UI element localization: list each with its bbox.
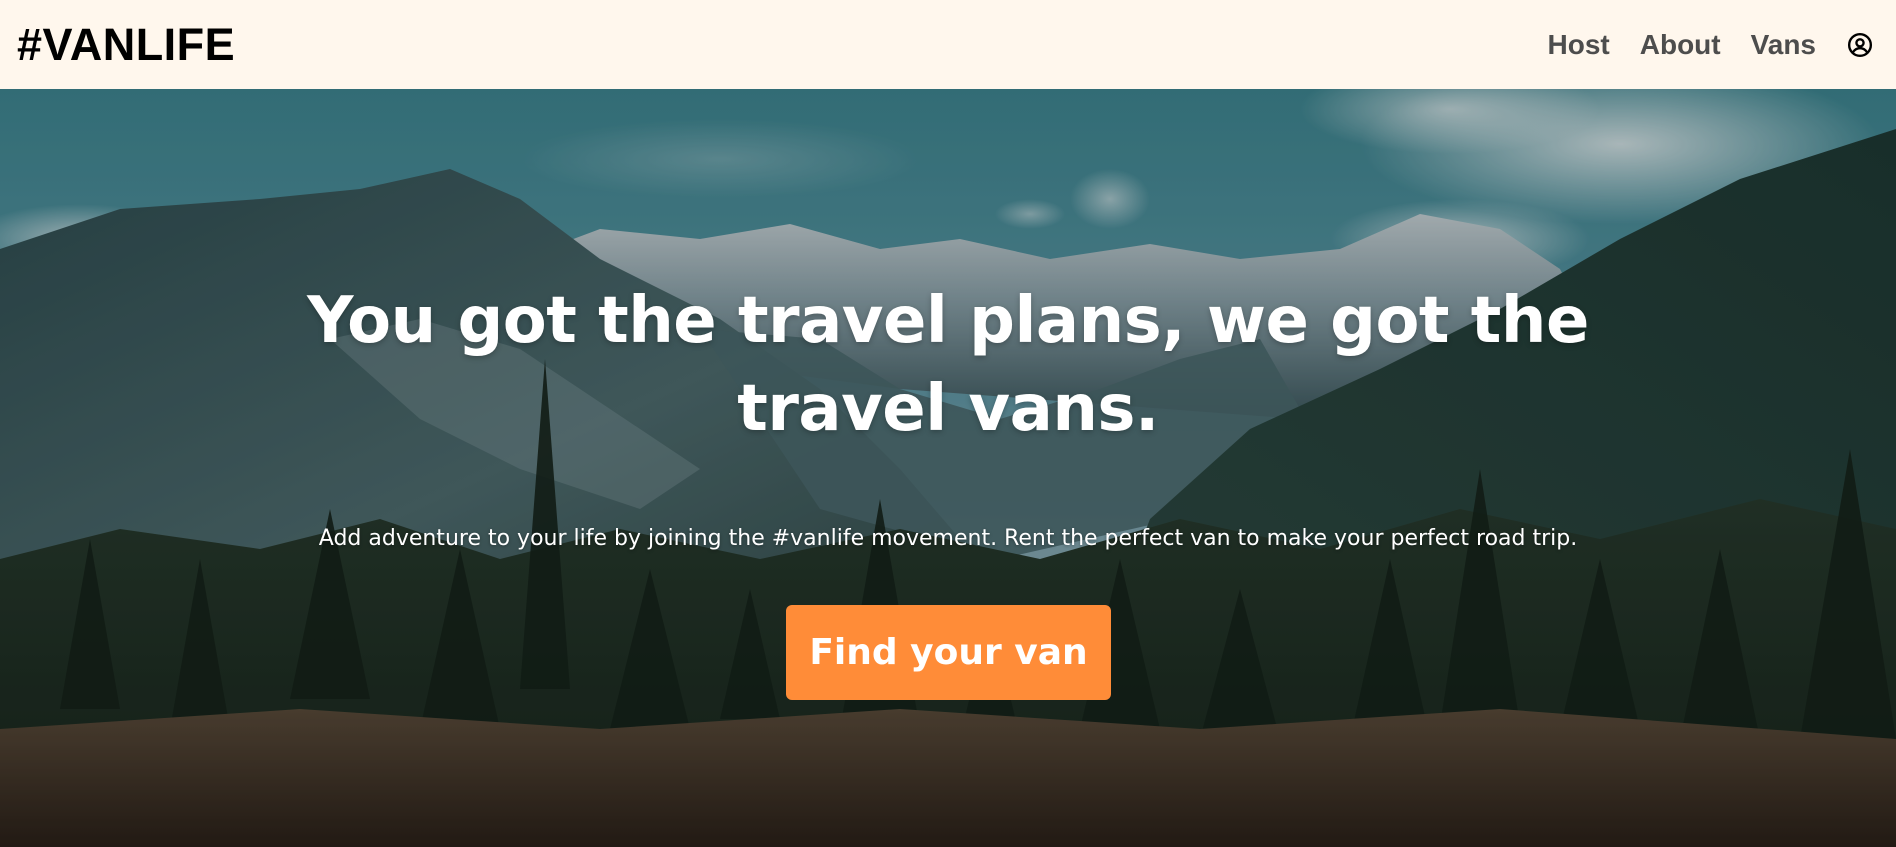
hero-section: You got the travel plans, we got the tra… [0,89,1896,847]
hero-title: You got the travel plans, we got the tra… [307,284,1589,446]
nav-link-vans[interactable]: Vans [1751,29,1816,61]
brand-logo[interactable]: #VANLIFE [17,22,235,67]
page: #VANLIFE Host About Vans You got the tra… [0,0,1896,847]
hero-content: You got the travel plans, we got the tra… [0,89,1896,847]
nav-link-host[interactable]: Host [1548,29,1610,61]
user-circle-icon[interactable] [1846,31,1874,59]
hero-subtitle: Add adventure to your life by joining th… [318,526,1578,551]
main-nav: Host About Vans [1548,29,1874,61]
nav-link-about[interactable]: About [1640,29,1721,61]
site-header: #VANLIFE Host About Vans [0,0,1896,89]
find-your-van-button[interactable]: Find your van [786,605,1111,700]
